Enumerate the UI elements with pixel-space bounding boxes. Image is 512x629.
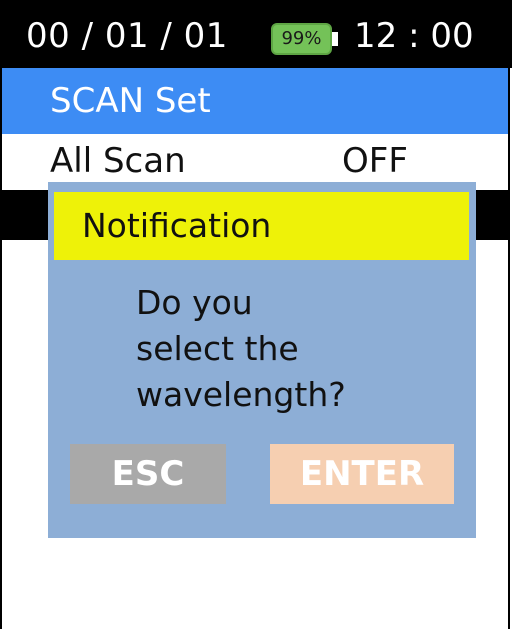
dialog-message-line: Do you [136, 283, 253, 322]
esc-button[interactable]: ESC [70, 444, 226, 504]
dialog-title: Notification [82, 206, 272, 245]
status-bar: 00 / 01 / 01 99% 12 : 00 [0, 0, 512, 68]
date-display: 00 / 01 / 01 [26, 16, 228, 56]
menu-item-value: OFF [342, 141, 408, 181]
title-bar: SCAN Set [2, 68, 508, 134]
time-display: 12 : 00 [354, 16, 474, 56]
battery-icon: 99% [271, 23, 340, 55]
dialog-message-line: select the [136, 329, 299, 368]
menu-item-label: All Scan [50, 141, 186, 181]
page-title: SCAN Set [50, 81, 211, 121]
dialog-message: Do you select the wavelength? [136, 280, 456, 418]
enter-button[interactable]: ENTER [270, 444, 454, 504]
battery-level: 99% [271, 23, 332, 55]
dialog-message-line: wavelength? [136, 375, 346, 414]
battery-tip [332, 32, 338, 46]
notification-dialog: Notification Do you select the wavelengt… [48, 182, 476, 538]
dialog-header: Notification [54, 192, 469, 260]
